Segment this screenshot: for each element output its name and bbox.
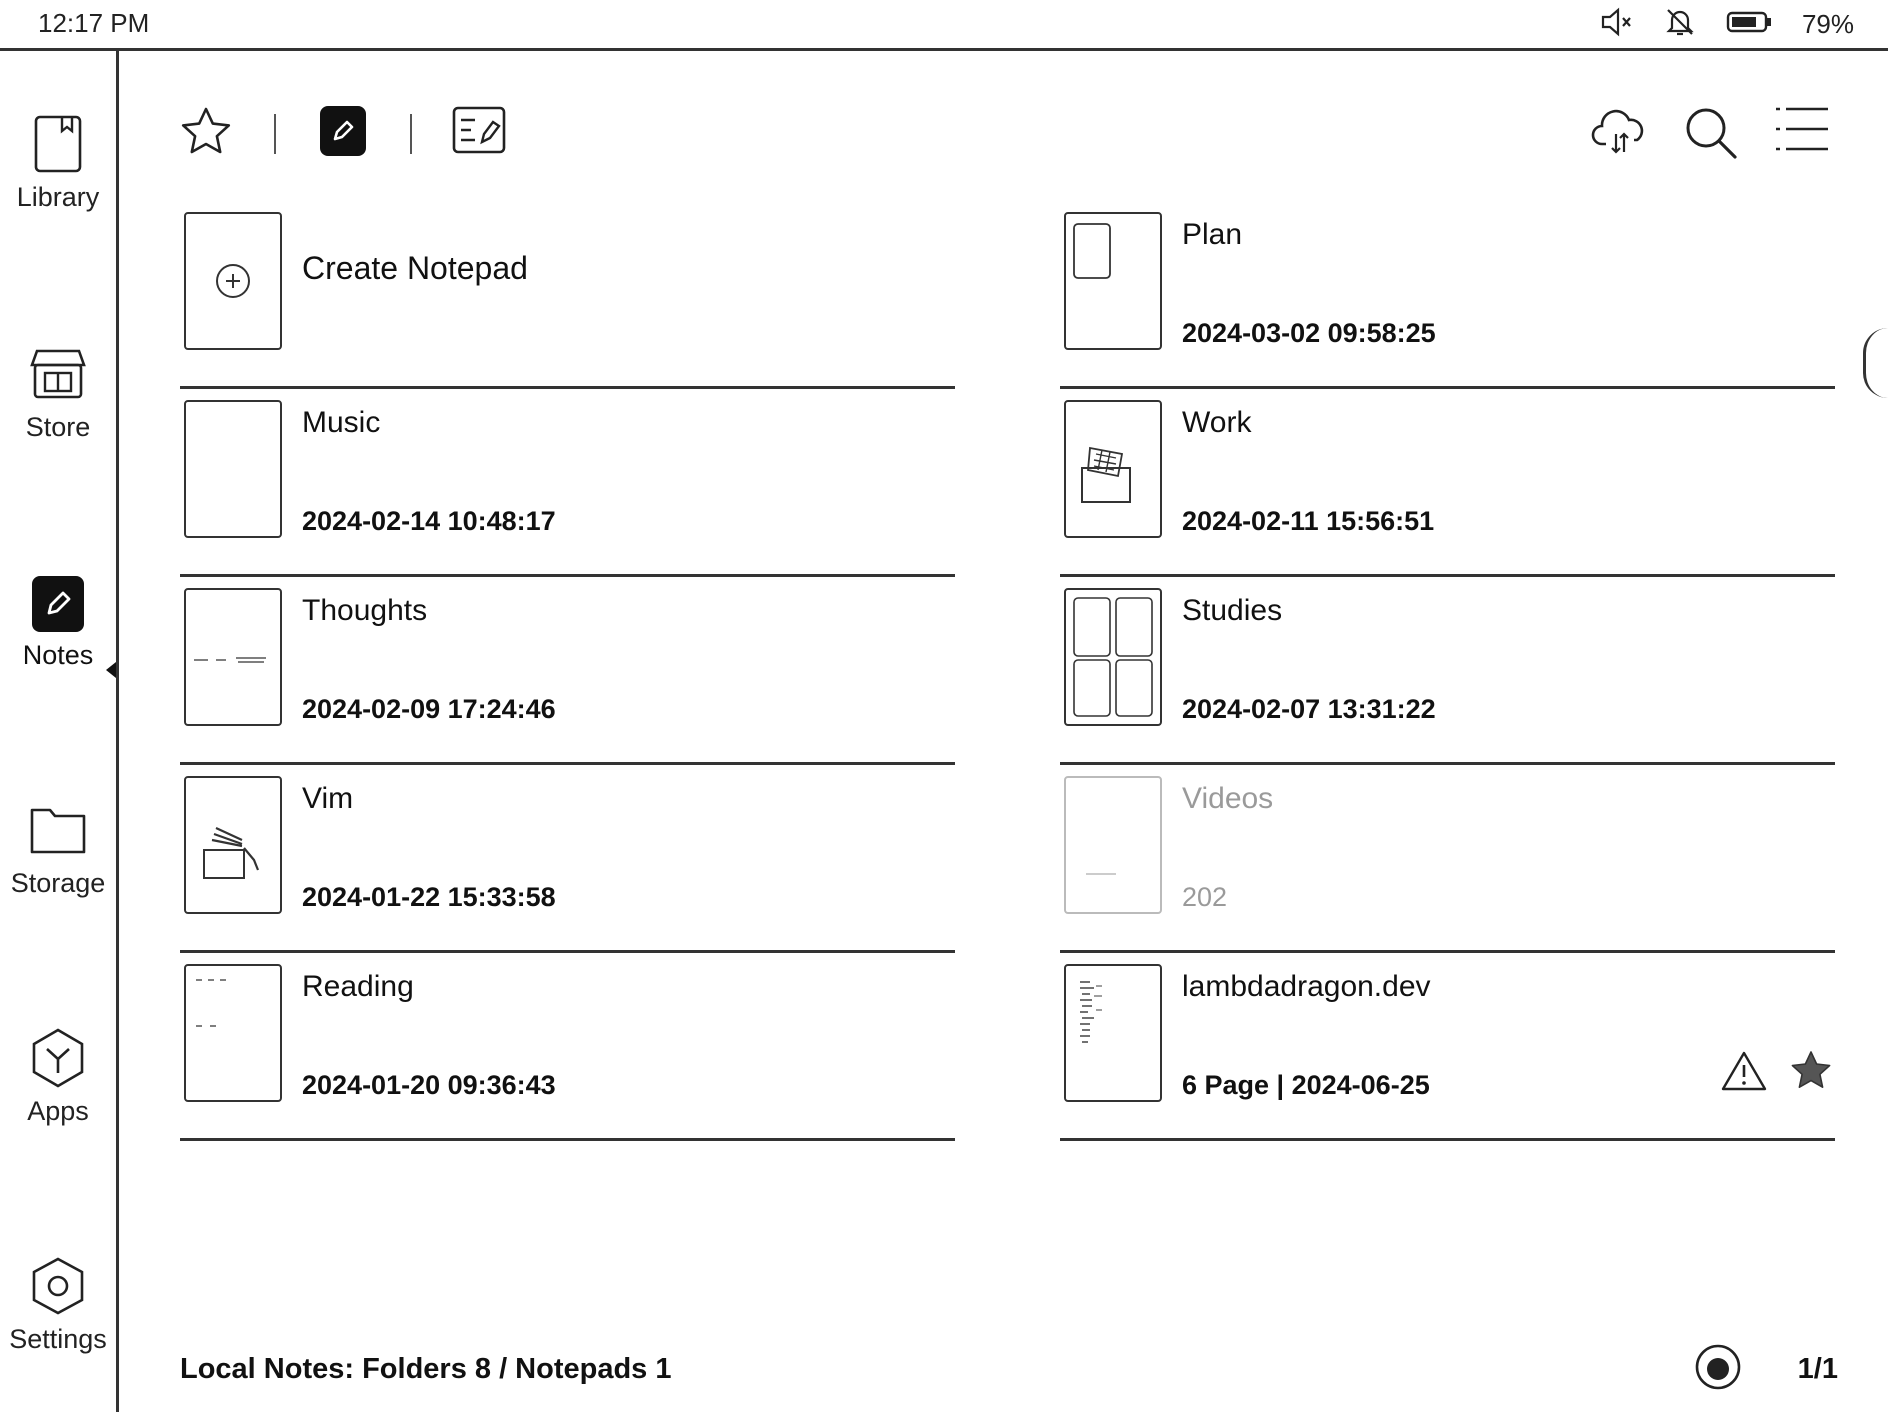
sidebar-item-label: Storage [10,868,106,898]
menu-icon[interactable] [1774,104,1830,154]
folder-thumbnail [1064,212,1162,350]
folder-thumbnail [184,400,282,538]
store-icon [28,344,88,404]
folder-card-studies[interactable]: Studies 2024-02-07 13:31:22 [1060,576,1835,765]
sidebar-item-store[interactable]: Store [0,344,116,443]
folder-thumbnail [1064,776,1162,914]
active-indicator [106,662,116,678]
card-date: 2024-01-20 09:36:43 [302,1070,556,1100]
folder-card-reading[interactable]: Reading 2024-01-20 09:36:43 [180,952,955,1141]
battery-percent: 79% [1801,9,1854,39]
notebook-list-icon[interactable] [452,104,506,156]
folder-thumbnail [184,588,282,726]
folder-card-plan[interactable]: Plan 2024-03-02 09:58:25 [1060,200,1835,389]
side-handle[interactable] [1863,328,1888,398]
page-indicator: 1/1 [1797,1353,1838,1385]
warning-icon [1721,1050,1767,1097]
card-date: 2024-02-07 13:31:22 [1182,694,1436,724]
status-bar: 12:17 PM 79% [0,0,1888,51]
card-date: 2024-03-02 09:58:25 [1182,318,1436,348]
notes-summary: Local Notes: Folders 8 / Notepads 1 [180,1353,672,1385]
sidebar-item-label: Library [16,182,100,212]
sidebar-item-label: Settings [9,1324,107,1354]
card-title: Studies [1182,594,1283,627]
notifications-off-icon [1664,6,1696,43]
card-date: 2024-01-22 15:33:58 [302,882,556,912]
folder-thumbnail [184,776,282,914]
toolbar-separator [410,114,412,154]
card-title: Thoughts [302,594,428,627]
card-meta: 6 Page | 2024-06-25 [1182,1070,1430,1100]
folder-thumbnail [184,964,282,1102]
folder-thumbnail [1064,400,1162,538]
card-date: 202 [1182,882,1228,912]
sidebar-item-label: Notes [22,640,94,670]
notes-toolbar [176,100,1836,170]
card-date: 2024-02-09 17:24:46 [302,694,556,724]
notepad-card-lambdadragon[interactable]: lambdadragon.dev 6 Page | 2024-06-25 [1060,952,1835,1141]
book-icon [28,114,88,174]
apps-icon [28,1028,88,1088]
sync-status-icon[interactable] [1694,1343,1742,1396]
notepad-thumbnail [184,212,282,350]
folder-card-thoughts[interactable]: Thoughts 2024-02-09 17:24:46 [180,576,955,765]
pencil-icon [32,576,84,632]
notepad-thumbnail [1064,964,1162,1102]
folder-card-music[interactable]: Music 2024-02-14 10:48:17 [180,388,955,577]
card-title: Create Notepad [302,250,528,286]
sidebar-item-label: Store [25,412,91,442]
card-date: 2024-02-14 10:48:17 [302,506,556,536]
sidebar-nav: Library Store Notes Storage Apps Setting… [0,48,119,1412]
sidebar-item-storage[interactable]: Storage [0,800,116,899]
battery-icon [1726,9,1772,40]
sidebar-item-library[interactable]: Library [0,114,116,213]
folder-card-vim[interactable]: Vim 2024-01-22 15:33:58 [180,764,955,953]
sidebar-item-label: Apps [27,1096,89,1126]
card-title: Music [302,406,381,439]
sidebar-item-settings[interactable]: Settings [0,1256,116,1355]
star-filled-icon[interactable] [1789,1050,1833,1097]
card-title: Vim [302,782,354,815]
toolbar-separator [274,114,276,154]
status-time: 12:17 PM [38,8,150,38]
folder-card-videos[interactable]: Videos 202 [1060,764,1835,953]
settings-icon [28,1256,88,1316]
folder-card-work[interactable]: Work 2024-02-11 15:56:51 [1060,388,1835,577]
create-notepad-button[interactable]: Create Notepad [180,200,955,389]
folder-thumbnail [1064,588,1162,726]
search-icon[interactable] [1682,104,1740,162]
card-title: lambdadragon.dev [1182,970,1431,1003]
sidebar-item-notes[interactable]: Notes [0,576,116,671]
card-title: Reading [302,970,414,1003]
card-title: Videos [1182,782,1274,815]
card-title: Work [1182,406,1252,439]
card-date: 2024-02-11 15:56:51 [1182,506,1435,536]
mute-icon [1600,7,1634,42]
card-title: Plan [1182,218,1243,251]
cloud-sync-icon[interactable] [1590,104,1648,160]
folder-icon [28,800,88,860]
sidebar-item-apps[interactable]: Apps [0,1028,116,1127]
star-icon[interactable] [178,104,234,160]
pencil-icon[interactable] [320,106,366,156]
